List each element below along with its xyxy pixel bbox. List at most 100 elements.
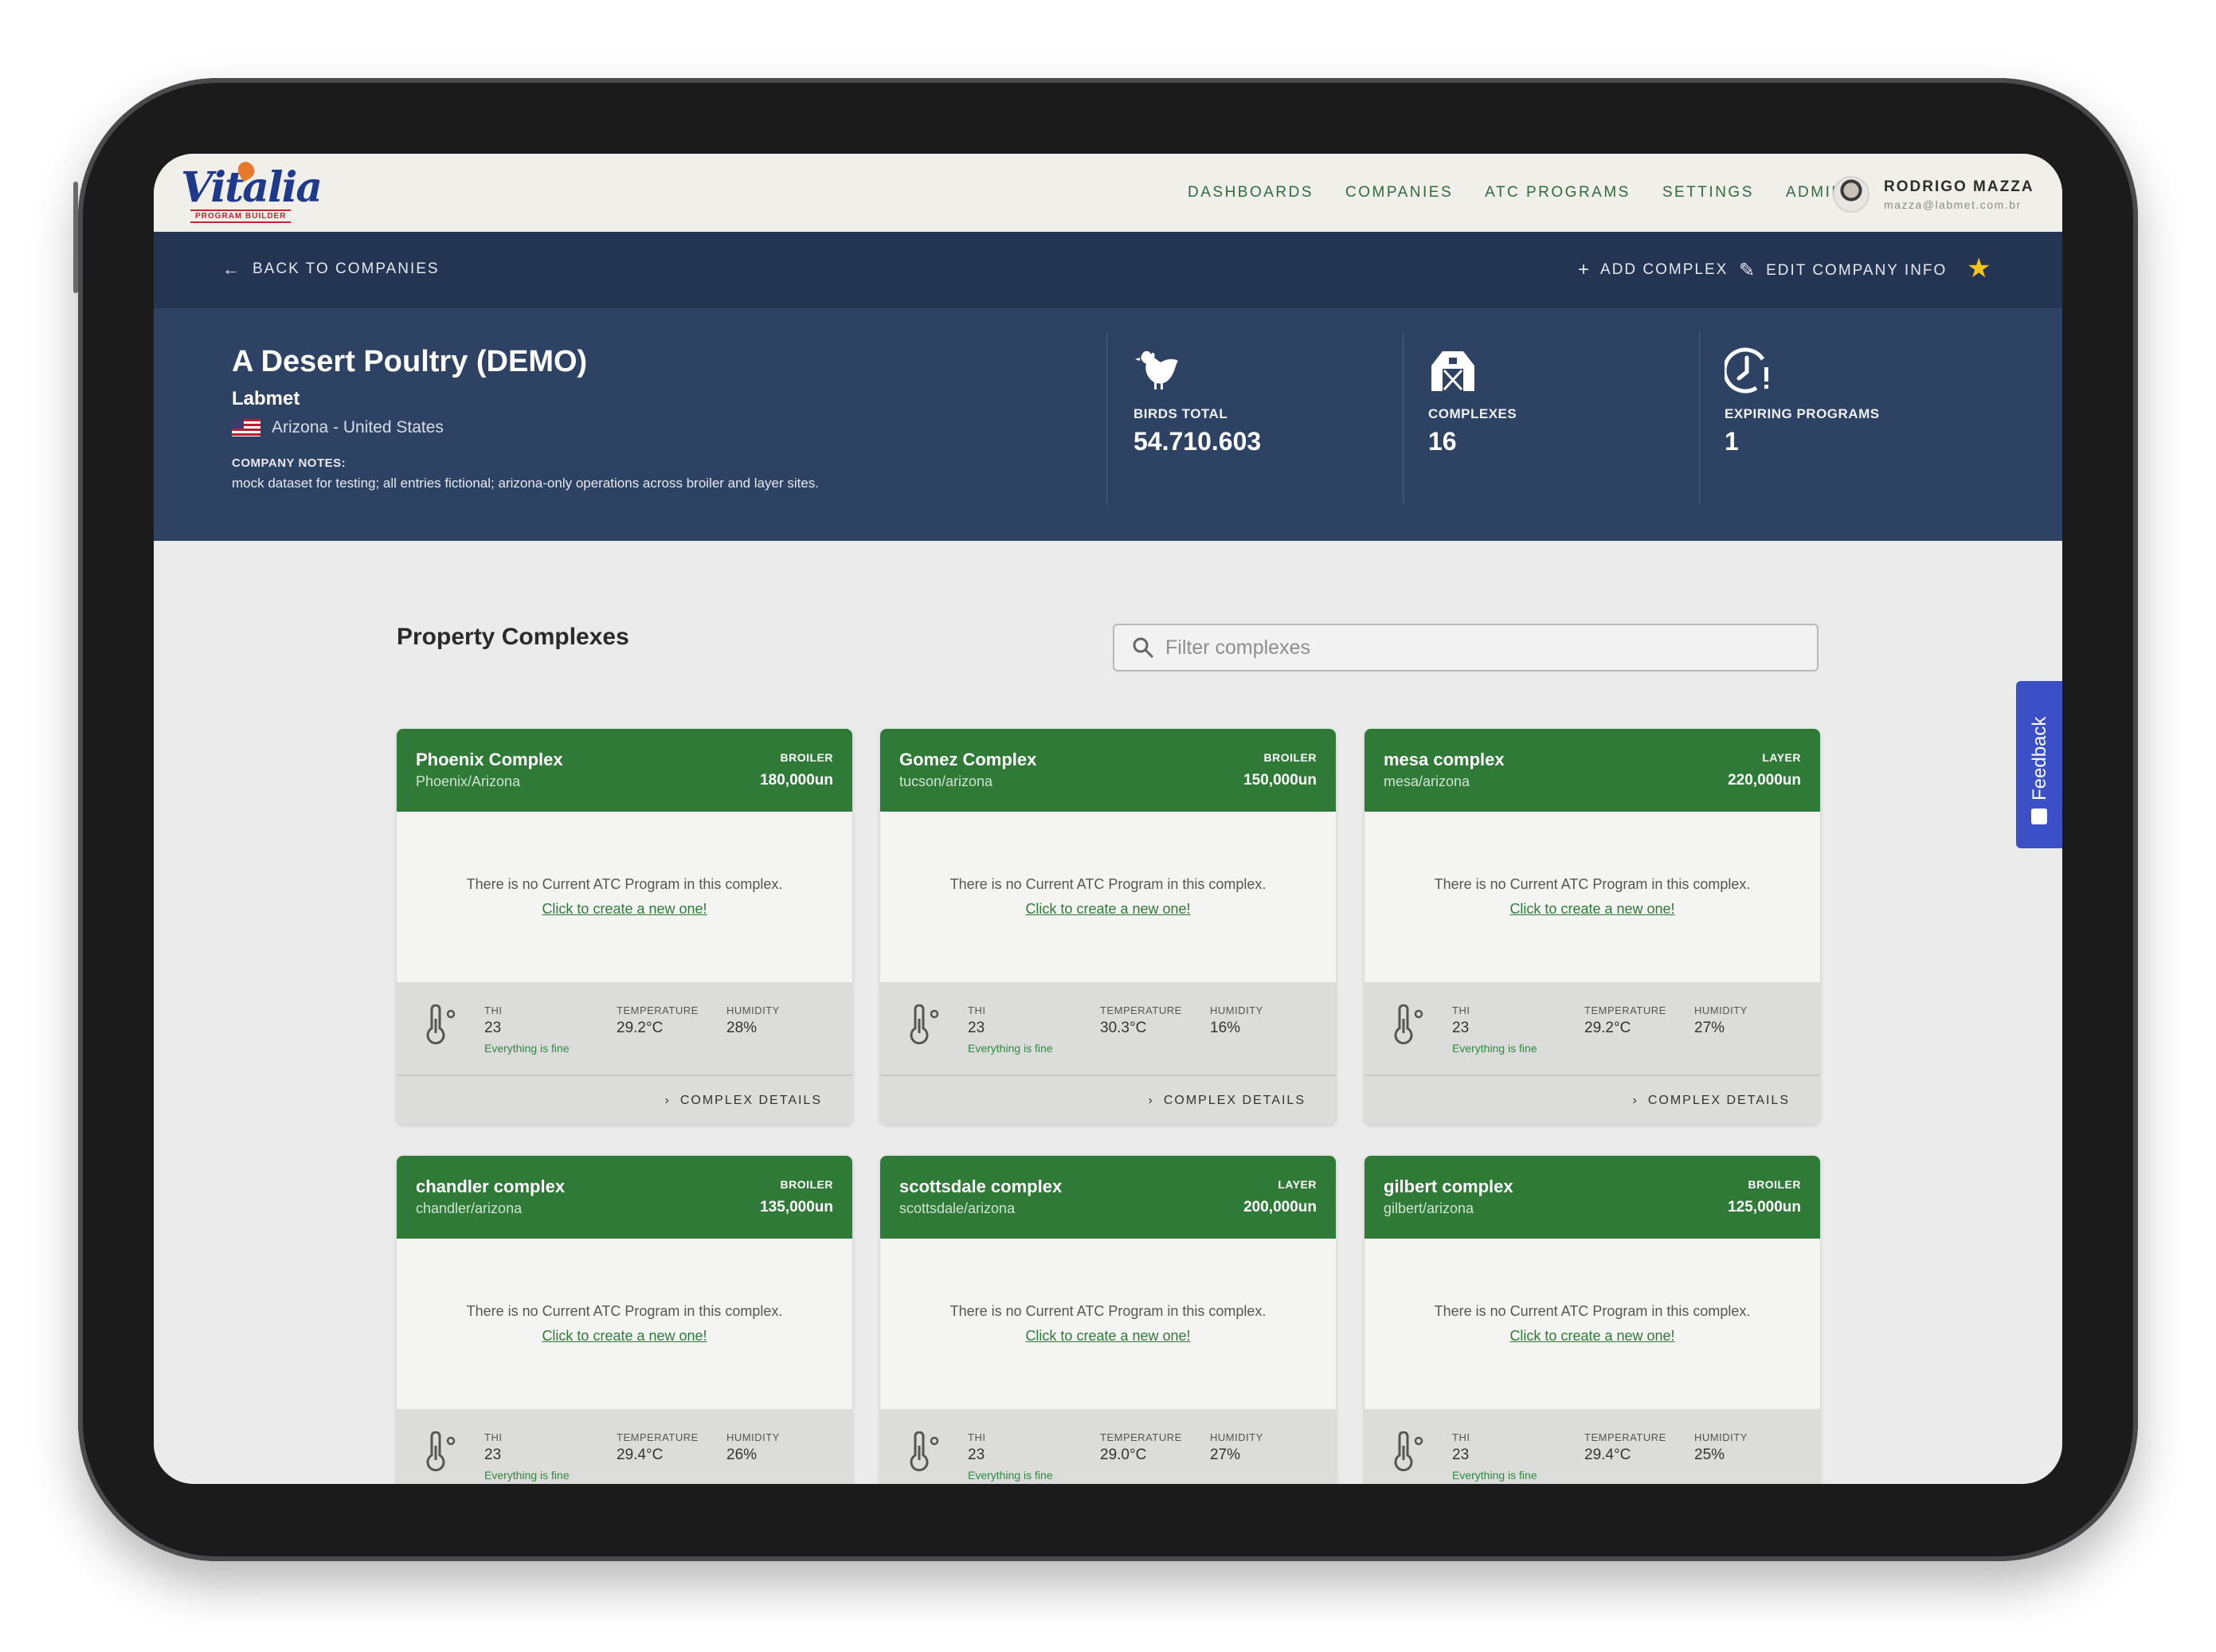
- thi-column: THI 23 Everything is fine: [484, 1004, 570, 1055]
- complex-card: chandler complex chandler/arizona BROILE…: [397, 1156, 852, 1484]
- filter-field[interactable]: [1113, 624, 1819, 671]
- edit-company-button[interactable]: ✎ EDIT COMPANY INFO: [1739, 259, 1947, 282]
- company-name: A Desert Poultry (DEMO): [232, 345, 588, 378]
- app-screen: Vitalia PROGRAM BUILDER DASHBOARDS COMPA…: [154, 154, 2062, 1484]
- nav-companies[interactable]: COMPANIES: [1345, 184, 1453, 202]
- complex-type: BROILER: [1263, 751, 1317, 764]
- plus-icon: +: [1578, 259, 1592, 280]
- back-label: BACK TO COMPANIES: [253, 260, 440, 277]
- create-program-link[interactable]: Click to create a new one!: [1509, 1328, 1674, 1345]
- complex-location: scottsdale/arizona: [899, 1200, 1016, 1216]
- card-body: There is no Current ATC Program in this …: [880, 1239, 1336, 1409]
- stat-value: 16: [1428, 427, 1457, 456]
- nav-links: DASHBOARDS COMPANIES ATC PROGRAMS SETTIN…: [1188, 154, 1877, 232]
- status-text: Everything is fine: [968, 1042, 1053, 1055]
- complex-card: scottsdale complex scottsdale/arizona LA…: [880, 1156, 1336, 1484]
- edit-company-label: EDIT COMPANY INFO: [1766, 261, 1948, 279]
- status-text: Everything is fine: [1452, 1042, 1537, 1055]
- card-body: There is no Current ATC Program in this …: [880, 812, 1336, 982]
- thermometer-icon: [1394, 1431, 1423, 1472]
- temperature-column: TEMPERATURE 29.4°C: [617, 1431, 699, 1464]
- complex-name: gilbert complex: [1384, 1176, 1513, 1196]
- temperature-label: TEMPERATURE: [1100, 1004, 1182, 1016]
- temperature-label: TEMPERATURE: [1584, 1431, 1666, 1443]
- add-complex-button[interactable]: + ADD COMPLEX: [1578, 259, 1728, 281]
- temperature-value: 29.4°C: [1584, 1446, 1631, 1463]
- complex-card: Gomez Complex tucson/arizona BROILER 150…: [880, 729, 1336, 1124]
- company-notes: mock dataset for testing; all entries fi…: [232, 476, 820, 491]
- clock-alert-icon: [1722, 347, 1768, 393]
- humidity-label: HUMIDITY: [1694, 1004, 1748, 1016]
- temperature-column: TEMPERATURE 29.2°C: [1584, 1004, 1666, 1037]
- nav-atc-programs[interactable]: ATC PROGRAMS: [1485, 184, 1631, 202]
- no-program-message: There is no Current ATC Program in this …: [1434, 1303, 1751, 1319]
- avatar[interactable]: [1833, 176, 1870, 213]
- humidity-label: HUMIDITY: [1210, 1004, 1263, 1016]
- no-program-message: There is no Current ATC Program in this …: [949, 876, 1267, 892]
- logo-subtitle: PROGRAM BUILDER: [190, 209, 292, 223]
- humidity-label: HUMIDITY: [1210, 1431, 1263, 1443]
- status-text: Everything is fine: [484, 1042, 570, 1055]
- temperature-column: TEMPERATURE 29.0°C: [1100, 1431, 1182, 1464]
- humidity-value: 28%: [726, 1020, 758, 1036]
- complex-details-button[interactable]: › COMPLEX DETAILS: [1148, 1094, 1306, 1108]
- temperature-label: TEMPERATURE: [617, 1004, 699, 1016]
- humidity-column: HUMIDITY 25%: [1694, 1431, 1748, 1464]
- complex-type: BROILER: [780, 1178, 833, 1191]
- humidity-label: HUMIDITY: [726, 1004, 780, 1016]
- user-name: RODRIGO MAZZA: [1884, 178, 2034, 195]
- create-program-link[interactable]: Click to create a new one!: [542, 901, 707, 918]
- thi-column: THI 23 Everything is fine: [484, 1431, 570, 1482]
- create-program-link[interactable]: Click to create a new one!: [1509, 901, 1674, 918]
- feedback-label: Feedback: [2029, 716, 2050, 801]
- card-header[interactable]: Phoenix Complex Phoenix/Arizona BROILER …: [397, 729, 852, 812]
- humidity-column: HUMIDITY 16%: [1210, 1004, 1263, 1037]
- chat-icon: [2031, 808, 2047, 824]
- humidity-column: HUMIDITY 26%: [726, 1431, 780, 1464]
- card-header[interactable]: gilbert complex gilbert/arizona BROILER …: [1364, 1156, 1820, 1239]
- no-program-message: There is no Current ATC Program in this …: [466, 1303, 783, 1319]
- card-header[interactable]: chandler complex chandler/arizona BROILE…: [397, 1156, 852, 1239]
- card-header[interactable]: Gomez Complex tucson/arizona BROILER 150…: [880, 729, 1336, 812]
- complex-name: scottsdale complex: [899, 1176, 1063, 1196]
- create-program-link[interactable]: Click to create a new one!: [542, 1328, 707, 1345]
- card-body: There is no Current ATC Program in this …: [397, 1239, 852, 1409]
- humidity-label: HUMIDITY: [726, 1431, 780, 1443]
- card-header[interactable]: scottsdale complex scottsdale/arizona LA…: [880, 1156, 1336, 1239]
- thi-value: 23: [968, 1020, 985, 1036]
- complex-count: 200,000un: [1243, 1199, 1317, 1216]
- complex-location: chandler/arizona: [416, 1200, 523, 1216]
- thi-value: 23: [1452, 1020, 1470, 1036]
- card-header[interactable]: mesa complex mesa/arizona LAYER 220,000u…: [1364, 729, 1820, 812]
- arrow-left-icon: ←: [222, 259, 241, 279]
- complex-count: 220,000un: [1728, 772, 1801, 789]
- star-icon[interactable]: ★: [1967, 252, 1991, 284]
- create-program-link[interactable]: Click to create a new one!: [1025, 901, 1190, 918]
- notes-label: COMPANY NOTES:: [232, 456, 346, 470]
- filter-input[interactable]: [1165, 636, 1803, 660]
- status-text: Everything is fine: [1452, 1469, 1537, 1482]
- nav-settings[interactable]: SETTINGS: [1662, 184, 1754, 202]
- thi-column: THI 23 Everything is fine: [1452, 1431, 1537, 1482]
- temperature-label: TEMPERATURE: [617, 1431, 699, 1443]
- search-icon: [1133, 637, 1154, 659]
- nav-dashboards[interactable]: DASHBOARDS: [1188, 184, 1314, 202]
- feedback-tab[interactable]: Feedback: [2016, 681, 2062, 848]
- complex-location: gilbert/arizona: [1384, 1200, 1474, 1216]
- barn-icon: [1431, 351, 1474, 391]
- details-label: COMPLEX DETAILS: [1647, 1094, 1790, 1107]
- vitalia-logo[interactable]: Vitalia PROGRAM BUILDER: [181, 159, 323, 224]
- stat-label: COMPLEXES: [1428, 406, 1517, 421]
- thi-label: THI: [1452, 1431, 1470, 1443]
- environment-panel: THI 23 Everything is fine TEMPERATURE 29…: [1364, 1409, 1820, 1484]
- temperature-value: 29.0°C: [1100, 1446, 1147, 1463]
- create-program-link[interactable]: Click to create a new one!: [1025, 1328, 1190, 1345]
- back-to-companies-button[interactable]: ← BACK TO COMPANIES: [222, 259, 440, 280]
- status-text: Everything is fine: [968, 1469, 1053, 1482]
- complex-name: Phoenix Complex: [416, 750, 563, 769]
- complex-details-button[interactable]: › COMPLEX DETAILS: [664, 1094, 822, 1108]
- user-menu[interactable]: RODRIGO MAZZA mazza@labmet.com.br: [1833, 176, 2034, 213]
- chicken-icon: [1135, 350, 1178, 390]
- complex-details-button[interactable]: › COMPLEX DETAILS: [1632, 1094, 1790, 1108]
- complex-card: mesa complex mesa/arizona LAYER 220,000u…: [1364, 729, 1820, 1124]
